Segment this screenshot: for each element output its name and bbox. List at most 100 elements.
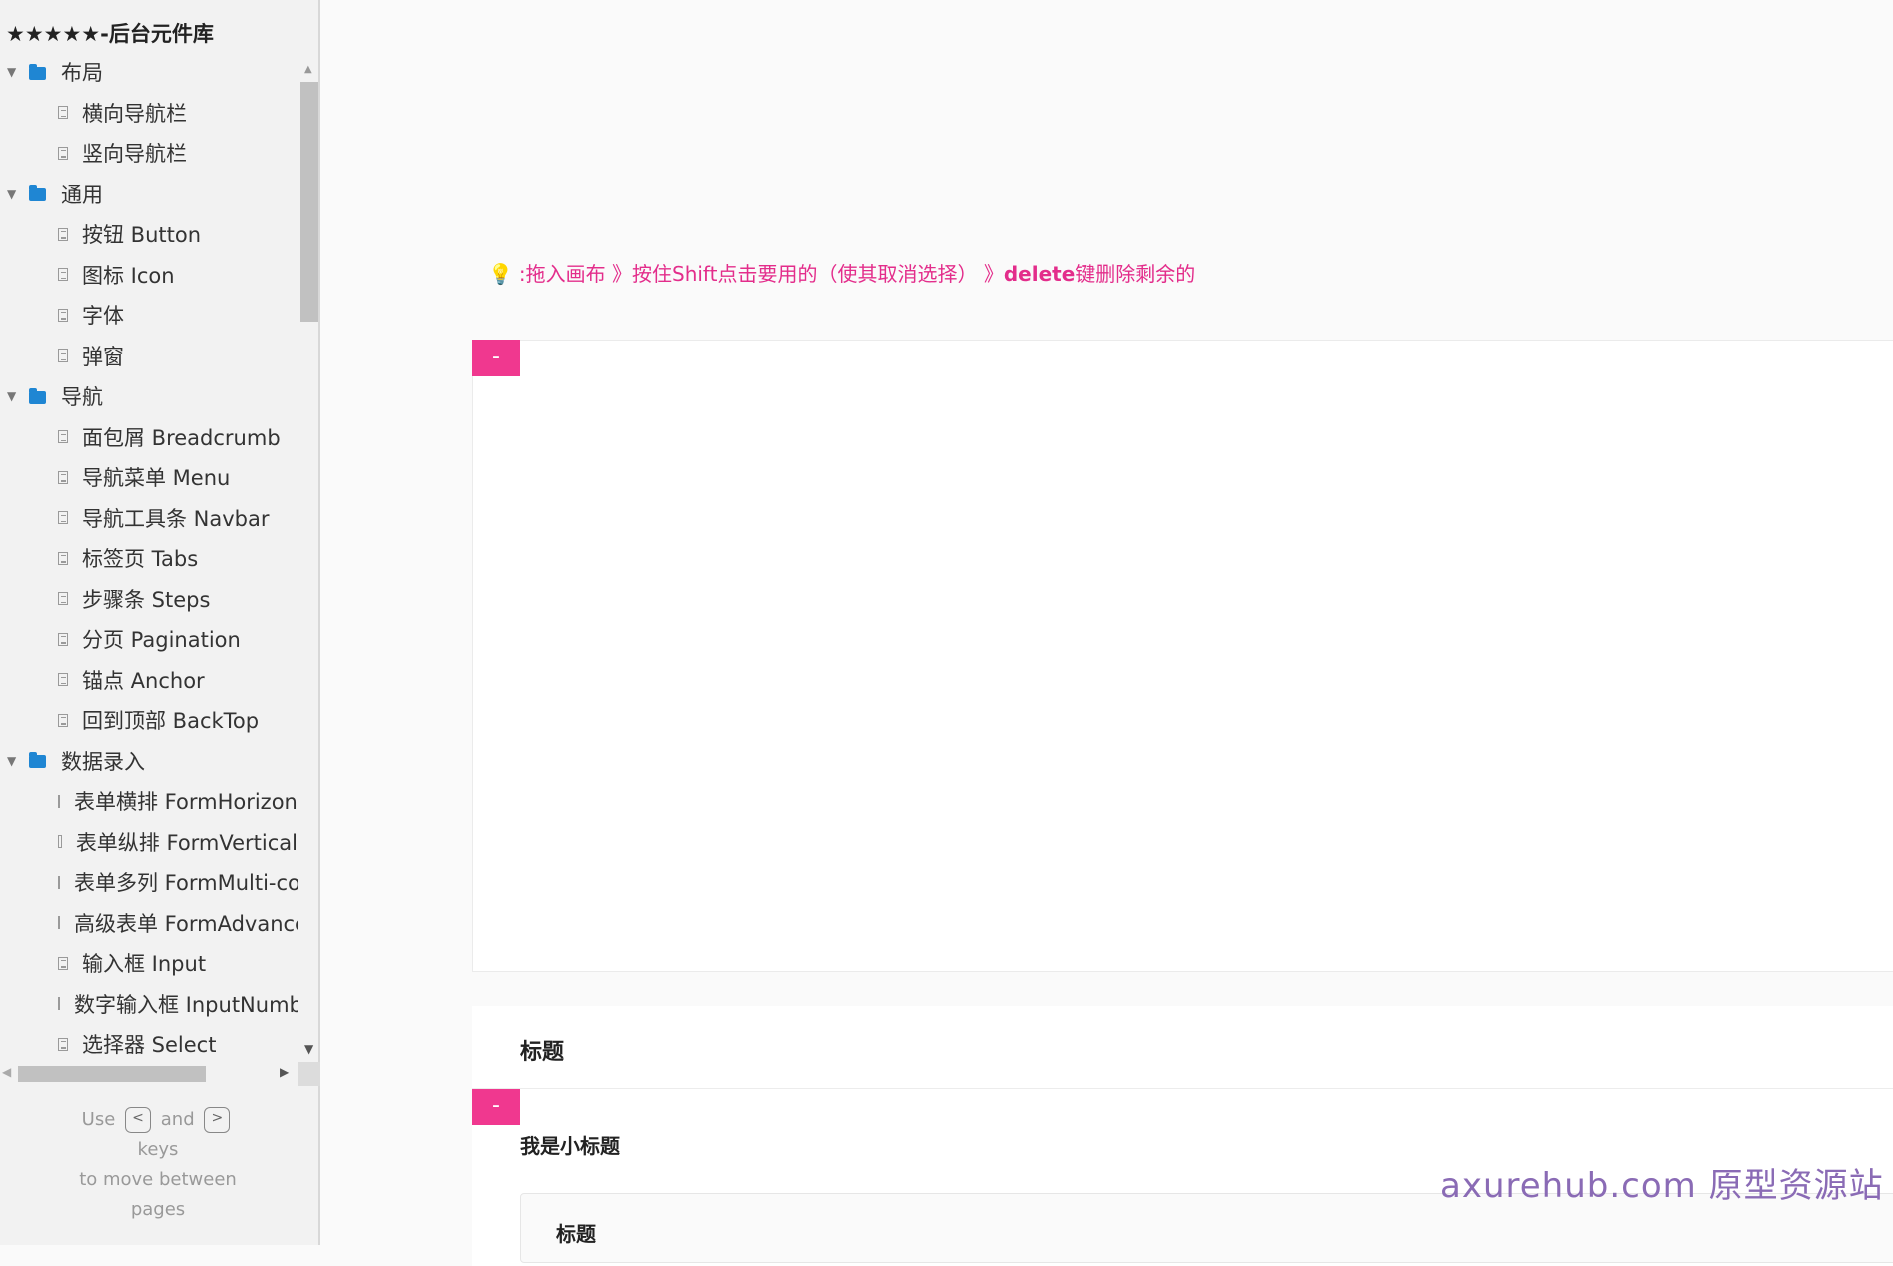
sitemap-page[interactable]: 表单横排 FormHorizontal xyxy=(0,781,298,822)
sitemap-page[interactable]: 高级表单 FormAdvanced xyxy=(0,903,298,944)
tree-vertical-scrollbar[interactable]: ▲ ▼ xyxy=(298,60,320,1060)
horizontal-scroll-thumb[interactable] xyxy=(18,1066,206,1082)
hint-move-text: to move between xyxy=(79,1169,237,1190)
sitemap-page[interactable]: 步骤条 Steps xyxy=(0,579,298,620)
page-icon xyxy=(58,227,68,241)
tree-item-label: 表单纵排 FormVertical xyxy=(75,830,298,855)
sitemap-page[interactable]: 表单纵排 FormVertical xyxy=(0,822,298,863)
tree-item-label: 横向导航栏 xyxy=(82,101,187,126)
page-icon xyxy=(58,511,68,525)
page-icon xyxy=(58,916,60,930)
tree-item-label: 竖向导航栏 xyxy=(82,142,187,167)
tree-item-label: 标签页 Tabs xyxy=(82,547,199,572)
sitemap-page[interactable]: 分页 Pagination xyxy=(0,619,298,660)
instruction-text-2: 键删除剩余的 xyxy=(1075,262,1196,286)
tree-item-label: 布局 xyxy=(61,61,103,86)
tree-item-label: 数字输入框 InputNumber xyxy=(74,992,298,1017)
sitemap-page[interactable]: 选择器 Select xyxy=(0,1024,298,1062)
panel-title: 标题 xyxy=(520,1040,565,1065)
sitemap-folder[interactable]: ▼ 数据录入 xyxy=(0,741,298,782)
hint-keys-text: keys xyxy=(137,1139,179,1160)
keyboard-navigation-hint: Use < and > keys to move between pages xyxy=(0,1105,316,1225)
page-icon xyxy=(58,875,60,889)
folder-icon xyxy=(29,185,46,202)
scroll-up-arrow-icon[interactable]: ▲ xyxy=(304,64,312,75)
expand-caret-icon[interactable]: ▼ xyxy=(7,389,17,403)
collapse-button[interactable]: - xyxy=(472,340,520,376)
page-icon xyxy=(58,673,68,687)
hint-use-text: Use xyxy=(81,1109,116,1130)
sitemap-page[interactable]: 表单多列 FormMulti-column xyxy=(0,862,298,903)
sitemap-sidebar: ★★★★★-后台元件库 ▼ 布局横向导航栏竖向导航栏 ▼ 通用按钮 Button 图标 … xyxy=(0,0,320,1245)
tree-item-label: 数据录入 xyxy=(61,749,145,774)
instruction-delete-text: delete xyxy=(1003,262,1076,286)
tree-item-label: 导航工具条 Navbar xyxy=(82,506,270,531)
tree-item-label: 步骤条 Steps xyxy=(82,587,211,612)
scroll-down-arrow-icon[interactable]: ▼ xyxy=(304,1042,313,1056)
tree-horizontal-scrollbar[interactable]: ◀ ▶ xyxy=(0,1062,320,1086)
hint-pages-text: pages xyxy=(130,1199,186,1220)
sitemap-page[interactable]: 竖向导航栏 xyxy=(0,133,298,174)
page-icon xyxy=(58,106,68,120)
usage-instruction: 💡:拖入画布 》按住Shift点击要用的（使其取消选择） 》delete键删除剩… xyxy=(488,258,1195,287)
sitemap-folder[interactable]: ▼ 导航 xyxy=(0,376,298,417)
scroll-left-arrow-icon[interactable]: ◀ xyxy=(2,1065,11,1079)
component-panel xyxy=(472,340,1893,972)
sitemap-page[interactable]: 数字输入框 InputNumber xyxy=(0,984,298,1025)
sitemap-page[interactable]: 导航工具条 Navbar xyxy=(0,498,298,539)
page-canvas: 💡:拖入画布 》按住Shift点击要用的（使其取消选择） 》delete键删除剩… xyxy=(320,0,1893,1266)
page-icon xyxy=(58,430,68,444)
tree-item-label: 选择器 Select xyxy=(82,1033,217,1058)
tree-item-label: 回到顶部 BackTop xyxy=(82,709,260,734)
scroll-right-arrow-icon[interactable]: ▶ xyxy=(280,1065,289,1079)
watermark-text: axurehub.com 原型资源站 xyxy=(1440,1166,1884,1206)
sitemap-page[interactable]: 图标 Icon xyxy=(0,255,298,296)
folder-icon xyxy=(29,63,46,80)
page-icon xyxy=(58,349,68,363)
tree-item-label: 按钮 Button xyxy=(82,223,202,248)
page-icon xyxy=(58,835,62,849)
vertical-scroll-thumb[interactable] xyxy=(300,82,318,322)
sitemap-page[interactable]: 输入框 Input xyxy=(0,943,298,984)
collapse-button-2[interactable]: - xyxy=(472,1089,520,1125)
tree-item-label: 导航 xyxy=(61,385,103,410)
folder-icon xyxy=(29,387,46,404)
tree-item-label: 分页 Pagination xyxy=(82,628,241,653)
page-icon xyxy=(58,794,60,808)
scrollbar-corner xyxy=(298,1062,320,1086)
page-icon xyxy=(58,592,68,606)
page-icon xyxy=(58,997,60,1011)
folder-icon xyxy=(29,752,46,769)
prev-key-icon: < xyxy=(125,1107,152,1133)
page-icon xyxy=(58,956,68,970)
sitemap-page[interactable]: 弹窗 xyxy=(0,336,298,377)
sitemap-page[interactable]: 标签页 Tabs xyxy=(0,538,298,579)
sitemap-folder[interactable]: ▼ 布局 xyxy=(0,52,298,93)
sitemap-page[interactable]: 回到顶部 BackTop xyxy=(0,700,298,741)
page-icon xyxy=(58,713,68,727)
inner-card-title: 标题 xyxy=(556,1222,596,1246)
tree-item-label: 锚点 Anchor xyxy=(82,668,205,693)
sitemap-page[interactable]: 导航菜单 Menu xyxy=(0,457,298,498)
page-icon xyxy=(58,470,68,484)
page-icon xyxy=(58,632,68,646)
expand-caret-icon[interactable]: ▼ xyxy=(7,65,17,79)
tree-item-label: 输入框 Input xyxy=(82,952,207,977)
sitemap-page[interactable]: 锚点 Anchor xyxy=(0,660,298,701)
sitemap-page[interactable]: 字体 xyxy=(0,295,298,336)
panel-divider xyxy=(472,1088,1893,1089)
tree-item-label: 通用 xyxy=(61,182,103,207)
page-icon xyxy=(58,268,68,282)
sitemap-page[interactable]: 按钮 Button xyxy=(0,214,298,255)
expand-caret-icon[interactable]: ▼ xyxy=(7,187,17,201)
sitemap-page[interactable]: 横向导航栏 xyxy=(0,93,298,134)
site-title: ★★★★★-后台元件库 xyxy=(6,22,214,46)
sitemap-page[interactable]: 面包屑 Breadcrumb xyxy=(0,417,298,458)
sitemap-folder[interactable]: ▼ 通用 xyxy=(0,174,298,215)
page-icon xyxy=(58,1037,68,1051)
tree-item-label: 字体 xyxy=(82,304,124,329)
tree-item-label: 面包屑 Breadcrumb xyxy=(82,425,281,450)
lightbulb-icon: 💡 xyxy=(488,262,513,286)
tree-item-label: 高级表单 FormAdvanced xyxy=(74,911,298,936)
expand-caret-icon[interactable]: ▼ xyxy=(7,754,17,768)
